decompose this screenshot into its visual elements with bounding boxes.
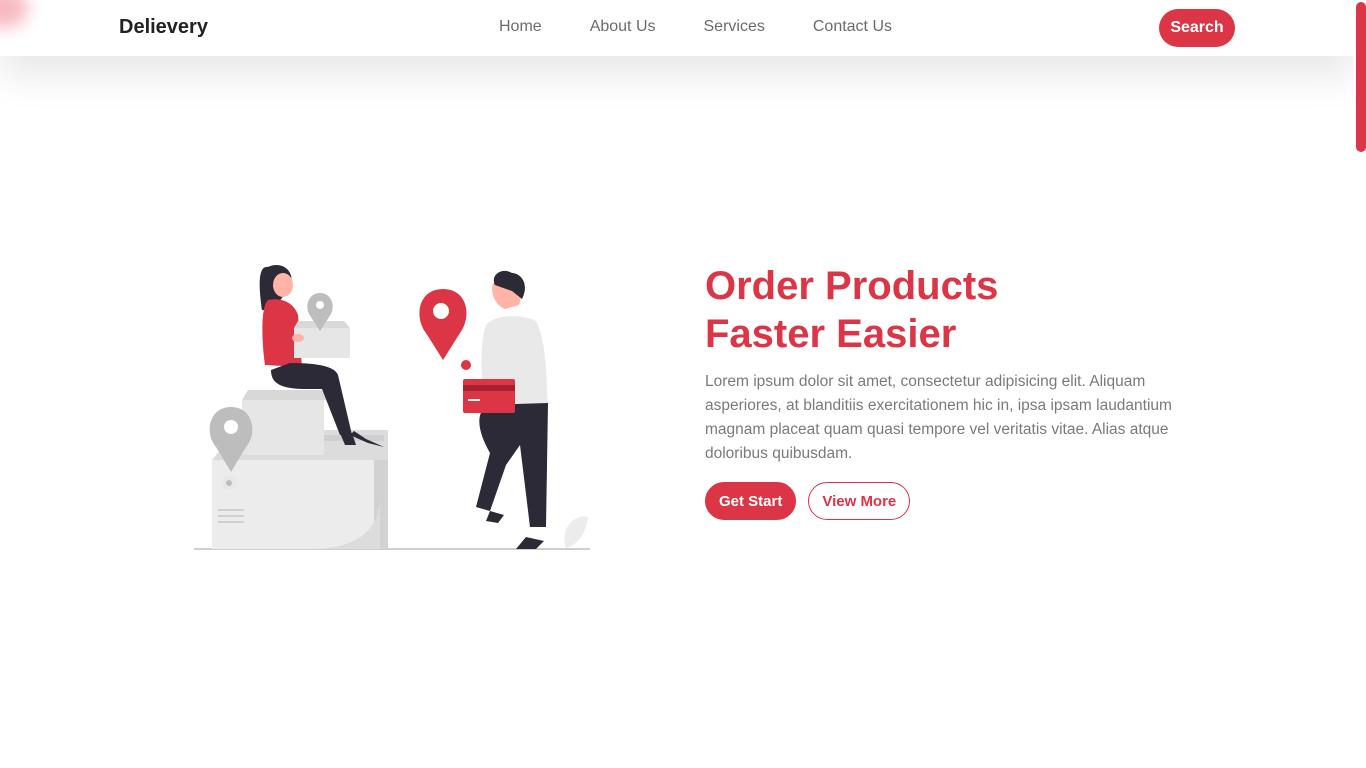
search-button[interactable]: Search (1159, 9, 1235, 47)
hero-title: Order Products Faster Easier (705, 262, 1195, 358)
hero-title-line-1: Order Products (705, 264, 999, 308)
nav-link-home[interactable]: Home (475, 18, 566, 36)
nav-link-services[interactable]: Services (680, 18, 789, 36)
nav-link-contact[interactable]: Contact Us (789, 18, 916, 36)
view-more-button[interactable]: View More (808, 482, 911, 520)
delivery-illustration (190, 255, 600, 555)
package-box-icon (212, 445, 388, 549)
brand-logo[interactable]: Delievery (119, 16, 208, 39)
page-scrollbar[interactable] (1354, 0, 1366, 768)
hero-actions: Get Start View More (705, 482, 1195, 520)
hero-section: Order Products Faster Easier Lorem ipsum… (705, 262, 1195, 520)
top-navbar: Delievery Home About Us Services Contact… (0, 0, 1354, 56)
get-start-button[interactable]: Get Start (705, 482, 797, 520)
credit-card-icon (463, 379, 515, 413)
scrollbar-thumb[interactable] (1356, 2, 1366, 152)
package-box-upper-icon (242, 390, 388, 460)
hero-description: Lorem ipsum dolor sit amet, consectetur … (705, 373, 1172, 462)
leaf-plant-icon (564, 516, 588, 548)
nav-link-about[interactable]: About Us (566, 18, 680, 36)
location-pin-red-icon (419, 289, 471, 370)
hero-title-line-2: Faster Easier (705, 312, 957, 356)
main-nav: Home About Us Services Contact Us (475, 18, 916, 36)
